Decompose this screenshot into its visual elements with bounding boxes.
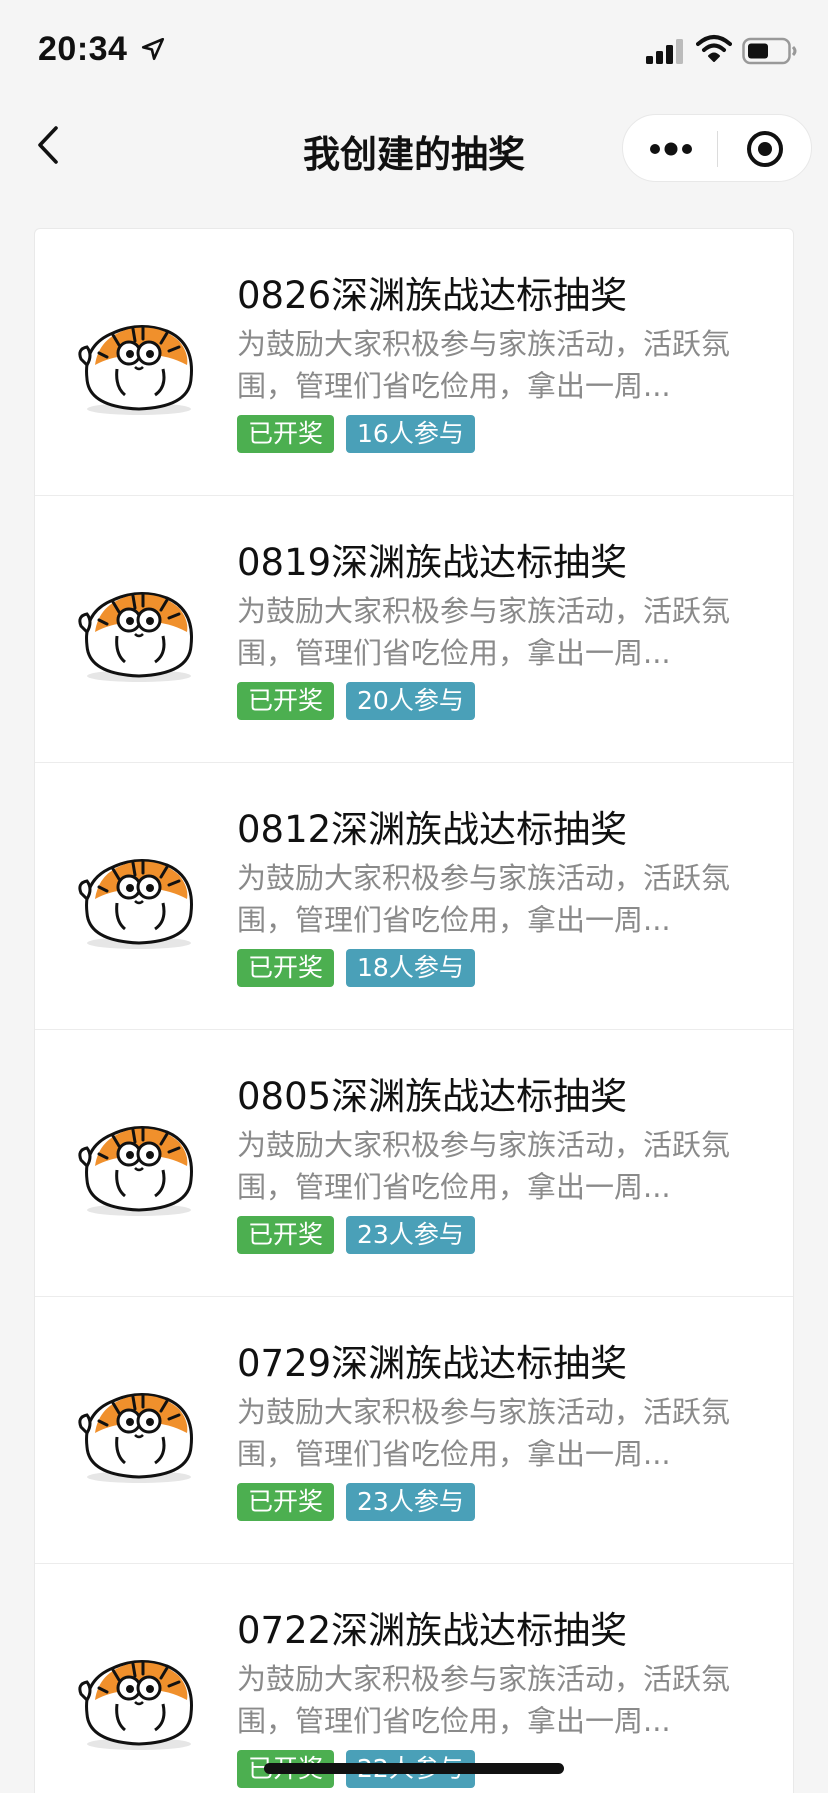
lottery-tags: 已开奖 23人参与 xyxy=(237,1216,475,1254)
tiger-avatar-icon xyxy=(78,592,193,682)
status-badge: 已开奖 xyxy=(237,1216,335,1254)
lottery-item[interactable]: 0812深渊族战达标抽奖 为鼓励大家积极参与家族活动，活跃氛围，管理们省吃俭用，… xyxy=(35,763,793,1030)
lottery-tags: 已开奖 20人参与 xyxy=(237,682,475,720)
home-indicator[interactable] xyxy=(264,1763,564,1774)
nav-bar: 我创建的抽奖 xyxy=(0,96,828,192)
lottery-title: 0729深渊族战达标抽奖 xyxy=(237,1342,628,1385)
tiger-avatar-icon xyxy=(78,1660,193,1750)
lottery-title: 0812深渊族战达标抽奖 xyxy=(237,808,628,851)
location-arrow-icon xyxy=(141,37,165,61)
wifi-icon xyxy=(696,35,732,62)
signal-icon xyxy=(646,39,683,64)
lottery-tags: 已开奖 23人参与 xyxy=(237,1483,475,1521)
lottery-item[interactable]: 0805深渊族战达标抽奖 为鼓励大家积极参与家族活动，活跃氛围，管理们省吃俭用，… xyxy=(35,1030,793,1297)
tiger-avatar-icon xyxy=(78,859,193,949)
lottery-item[interactable]: 0819深渊族战达标抽奖 为鼓励大家积极参与家族活动，活跃氛围，管理们省吃俭用，… xyxy=(35,496,793,763)
participants-badge: 18人参与 xyxy=(346,949,475,987)
participants-badge: 16人参与 xyxy=(346,415,475,453)
lottery-tags: 已开奖 16人参与 xyxy=(237,415,475,453)
status-badge: 已开奖 xyxy=(237,415,335,453)
lottery-item[interactable]: 0722深渊族战达标抽奖 为鼓励大家积极参与家族活动，活跃氛围，管理们省吃俭用，… xyxy=(35,1564,793,1793)
tiger-avatar-icon xyxy=(78,1126,193,1216)
tiger-avatar-icon xyxy=(78,1393,193,1483)
lottery-description: 为鼓励大家积极参与家族活动，活跃氛围，管理们省吃俭用，拿出一周... xyxy=(237,1128,731,1204)
tiger-avatar-icon xyxy=(78,325,193,415)
lottery-title: 0826深渊族战达标抽奖 xyxy=(237,274,628,317)
close-icon[interactable] xyxy=(745,129,785,169)
battery-icon xyxy=(742,37,797,65)
lottery-description: 为鼓励大家积极参与家族活动，活跃氛围，管理们省吃俭用，拿出一周... xyxy=(237,1395,731,1471)
status-badge: 已开奖 xyxy=(237,1483,335,1521)
status-time: 20:34 xyxy=(38,30,128,68)
lottery-list: 0826深渊族战达标抽奖 为鼓励大家积极参与家族活动，活跃氛围，管理们省吃俭用，… xyxy=(34,228,794,1793)
participants-badge: 20人参与 xyxy=(346,682,475,720)
capsule-divider xyxy=(717,131,718,167)
lottery-description: 为鼓励大家积极参与家族活动，活跃氛围，管理们省吃俭用，拿出一周... xyxy=(237,1662,731,1738)
lottery-tags: 已开奖 18人参与 xyxy=(237,949,475,987)
lottery-item[interactable]: 0826深渊族战达标抽奖 为鼓励大家积极参与家族活动，活跃氛围，管理们省吃俭用，… xyxy=(35,229,793,496)
lottery-title: 0722深渊族战达标抽奖 xyxy=(237,1609,628,1652)
lottery-title: 0805深渊族战达标抽奖 xyxy=(237,1075,628,1118)
mini-program-capsule xyxy=(622,114,812,182)
lottery-description: 为鼓励大家积极参与家族活动，活跃氛围，管理们省吃俭用，拿出一周... xyxy=(237,594,731,670)
lottery-description: 为鼓励大家积极参与家族活动，活跃氛围，管理们省吃俭用，拿出一周... xyxy=(237,327,731,403)
status-bar: 20:34 xyxy=(0,0,828,96)
status-badge: 已开奖 xyxy=(237,682,335,720)
participants-badge: 23人参与 xyxy=(346,1216,475,1254)
lottery-item[interactable]: 0729深渊族战达标抽奖 为鼓励大家积极参与家族活动，活跃氛围，管理们省吃俭用，… xyxy=(35,1297,793,1564)
lottery-title: 0819深渊族战达标抽奖 xyxy=(237,541,628,584)
participants-badge: 23人参与 xyxy=(346,1483,475,1521)
lottery-description: 为鼓励大家积极参与家族活动，活跃氛围，管理们省吃俭用，拿出一周... xyxy=(237,861,731,937)
status-badge: 已开奖 xyxy=(237,949,335,987)
more-icon[interactable] xyxy=(647,135,695,163)
